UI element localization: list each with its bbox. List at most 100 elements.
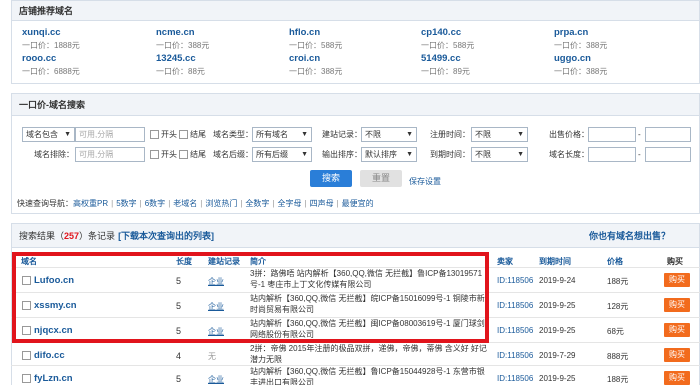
buy-button[interactable]: 购买 [664, 323, 690, 337]
buy-button[interactable]: 购买 [664, 348, 690, 362]
quick-nav: 快速查询导航：高权重PR | 5数字 | 6数字 | 老域名 | 浏览热门 | 全数字 | 全字母 | 四声… [17, 198, 374, 209]
chevron-down-icon: ▼ [406, 131, 413, 138]
length-max-input[interactable] [645, 147, 691, 162]
row-site[interactable]: 企业 [208, 374, 224, 385]
row-seller-link[interactable]: ID:118506 [497, 374, 533, 383]
row-domain-link[interactable]: fyLzn.cn [34, 373, 73, 384]
recommend-domain-link[interactable]: hflo.cn [289, 27, 342, 38]
row-price: 188元 [607, 375, 629, 384]
save-settings-link[interactable]: 保存设置 [409, 176, 441, 187]
order-select[interactable]: 默认排序 ▼ [361, 147, 417, 162]
recommend-domain-link[interactable]: ncme.cn [156, 27, 209, 38]
include-select[interactable]: 域名包含 ▼ [22, 127, 75, 142]
buy-button[interactable]: 购买 [664, 298, 690, 312]
row-price: 68元 [607, 327, 624, 336]
exclude-input[interactable]: 可用,分隔 [75, 147, 145, 162]
recommend-item: uggo.cn 一口价：388元 [554, 53, 607, 77]
quick-link[interactable]: 老域名 [173, 199, 197, 208]
length-min-input[interactable] [588, 147, 636, 162]
start-checkbox[interactable] [150, 130, 159, 139]
site-select[interactable]: 不限 ▼ [361, 127, 417, 142]
recommend-title: 店铺推荐域名 [12, 1, 699, 21]
export-link[interactable]: [下载本次查询出的列表] [118, 231, 214, 241]
suffix-select[interactable]: 所有后缀 ▼ [252, 147, 312, 162]
recommend-price: 一口价：89元 [421, 66, 470, 77]
recommend-item: cp140.cc 一口价：588元 [421, 27, 474, 51]
recommend-domain-link[interactable]: uggo.cn [554, 53, 607, 64]
buy-button[interactable]: 购买 [664, 273, 690, 287]
reset-button[interactable]: 重置 [360, 170, 402, 187]
quick-link-separator: | [240, 199, 243, 208]
row-expire: 2019-9-25 [539, 301, 576, 310]
recommend-domain-link[interactable]: 51499.cc [421, 53, 470, 64]
table-row: difo.cc 4 无 2拼：帝佛 2015年注册的极品双拼，递佛，帝佛，蒂佛 含义好… [11, 343, 700, 366]
quick-link[interactable]: 四声母 [310, 199, 334, 208]
recommend-domain-link[interactable]: cp140.cc [421, 27, 474, 38]
recommend-domain-link[interactable]: rooo.cc [22, 53, 80, 64]
recommend-price-prefix: 一口价： [22, 41, 54, 50]
quick-link-separator: | [139, 199, 142, 208]
quick-link[interactable]: 浏览热门 [205, 199, 237, 208]
end-checkbox-2[interactable] [179, 150, 188, 159]
price-max-input[interactable] [645, 127, 691, 142]
row-length: 4 [176, 351, 182, 361]
chevron-down-icon: ▼ [64, 131, 71, 138]
expire-label: 到期时间： [430, 150, 470, 159]
row-length: 5 [176, 374, 182, 384]
site-label: 建站记录： [322, 130, 362, 139]
exclude-label: 域名排除： [34, 150, 74, 159]
quick-link[interactable]: 高权重PR [73, 199, 108, 208]
order-label: 输出排序： [322, 150, 362, 159]
start-checkbox-2[interactable] [150, 150, 159, 159]
recommend-domain-link[interactable]: 13245.cc [156, 53, 205, 64]
recommend-domain-link[interactable]: prpa.cn [554, 27, 607, 38]
sell-help-link[interactable]: 你也有域名想出售？ [589, 224, 670, 248]
recommend-price: 一口价：388元 [156, 40, 209, 51]
recommend-price: 一口价：588元 [421, 40, 474, 51]
row-price: 188元 [607, 277, 629, 286]
recommend-item: prpa.cn 一口价：388元 [554, 27, 607, 51]
include-input[interactable]: 可用,分隔 [75, 127, 145, 142]
row-seller-link[interactable]: ID:118506 [497, 351, 533, 360]
row-seller-link[interactable]: ID:118506 [497, 276, 533, 285]
price-label: 出售价格： [549, 130, 589, 139]
quick-link[interactable]: 全字母 [278, 199, 302, 208]
row-expire: 2019-9-25 [539, 326, 576, 335]
row-checkbox[interactable] [22, 374, 31, 383]
row-seller-link[interactable]: ID:118506 [497, 326, 533, 335]
type-select[interactable]: 所有域名 ▼ [252, 127, 312, 142]
quick-link-separator: | [200, 199, 203, 208]
reg-select[interactable]: 不限 ▼ [471, 127, 528, 142]
row-checkbox[interactable] [22, 351, 31, 360]
recommend-item: croi.cn 一口价：388元 [289, 53, 342, 77]
recommend-item: xunqi.cc 一口价：1888元 [22, 27, 80, 51]
search-button[interactable]: 搜索 [310, 170, 352, 187]
recommend-domain-link[interactable]: xunqi.cc [22, 27, 80, 38]
recommend-price-prefix: 一口价： [421, 41, 453, 50]
quick-link[interactable]: 最便宜的 [342, 199, 374, 208]
start-label-2: 开头 [161, 150, 177, 159]
recommend-domain-link[interactable]: croi.cn [289, 53, 342, 64]
quick-link[interactable]: 6数字 [145, 199, 165, 208]
expire-select[interactable]: 不限 ▼ [471, 147, 528, 162]
results-prefix: 搜索结果（ [19, 231, 65, 241]
end-checkbox[interactable] [179, 130, 188, 139]
recommend-price-prefix: 一口价： [421, 67, 453, 76]
recommend-item: rooo.cc 一口价：6888元 [22, 53, 80, 77]
price-min-input[interactable] [588, 127, 636, 142]
recommend-price: 一口价：88元 [156, 66, 205, 77]
quick-link[interactable]: 5数字 [116, 199, 136, 208]
recommend-price: 一口价：388元 [289, 66, 342, 77]
quick-link-separator: | [111, 199, 114, 208]
buy-button[interactable]: 购买 [664, 371, 690, 385]
row-seller-link[interactable]: ID:118506 [497, 301, 533, 310]
end-label-2: 结尾 [190, 150, 206, 159]
recommend-price-prefix: 一口价： [22, 67, 54, 76]
row-domain-link[interactable]: difo.cc [34, 350, 65, 361]
suffix-select-value: 所有后缀 [256, 150, 288, 159]
recommend-price-prefix: 一口价： [289, 41, 321, 50]
header-price: 价格 [607, 257, 623, 266]
quick-link[interactable]: 全数字 [245, 199, 269, 208]
reg-label: 注册时间： [430, 130, 470, 139]
quick-link-separator: | [272, 199, 275, 208]
